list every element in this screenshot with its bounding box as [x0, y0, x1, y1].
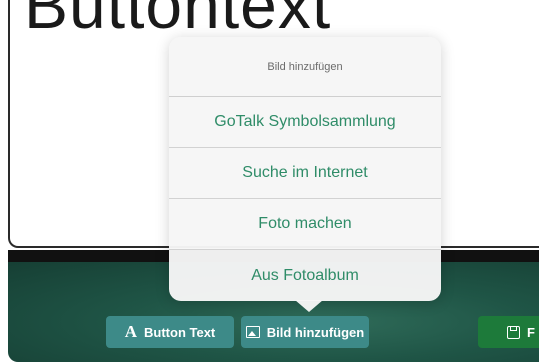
app-frame: Buttontext A Button Text Bild hinzufügen…: [0, 0, 539, 362]
button-preview-text: Buttontext: [24, 0, 332, 42]
add-image-button[interactable]: Bild hinzufügen: [241, 316, 369, 348]
menu-item-take-photo[interactable]: Foto machen: [169, 199, 441, 250]
save-button[interactable]: F: [478, 316, 539, 348]
text-a-icon: A: [124, 322, 138, 341]
menu-item-internet-search[interactable]: Suche im Internet: [169, 148, 441, 199]
button-text-button[interactable]: A Button Text: [106, 316, 234, 348]
save-label: F: [527, 324, 535, 340]
popover-title: Bild hinzufügen: [169, 37, 441, 97]
button-text-label: Button Text: [144, 324, 216, 340]
add-image-label: Bild hinzufügen: [266, 324, 365, 340]
editor-screen: Buttontext A Button Text Bild hinzufügen…: [0, 0, 539, 362]
menu-item-photo-album[interactable]: Aus Fotoalbum: [169, 250, 441, 301]
popover-arrow: [295, 300, 323, 312]
image-icon: [245, 326, 260, 338]
add-image-popover: Bild hinzufügen GoTalk Symbolsammlung Su…: [169, 37, 441, 301]
menu-item-gotalk-symbols[interactable]: GoTalk Symbolsammlung: [169, 97, 441, 148]
save-disk-icon: [507, 325, 520, 339]
